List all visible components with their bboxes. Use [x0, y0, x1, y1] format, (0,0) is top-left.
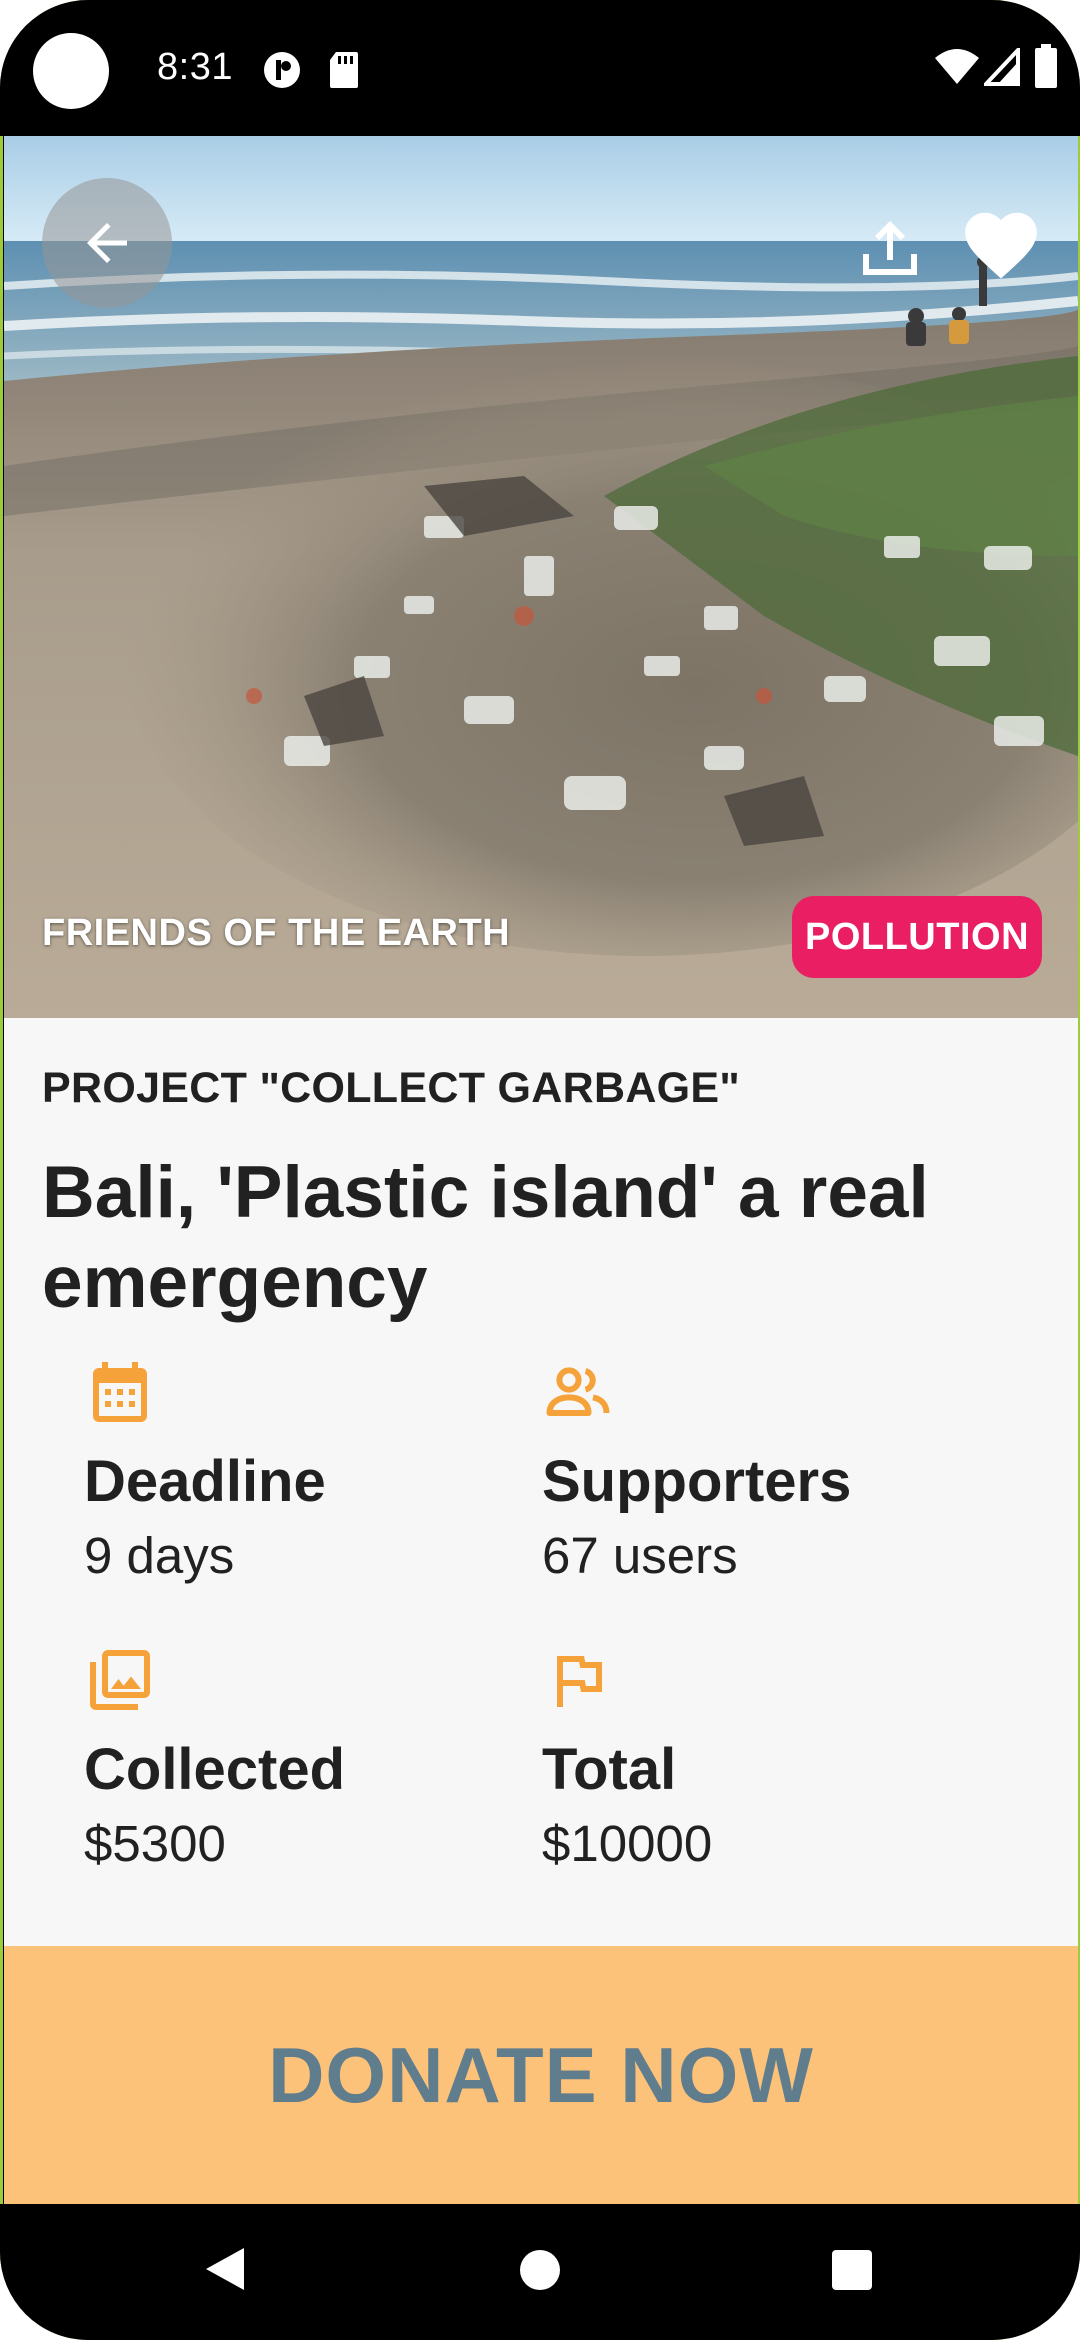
camera-cutout [33, 33, 109, 109]
back-triangle-icon[interactable] [200, 2244, 250, 2294]
back-button[interactable] [42, 178, 172, 308]
project-title: Bali, 'Plastic island' a real emergency [42, 1152, 929, 1323]
recents-square-icon[interactable] [830, 2248, 874, 2292]
sd-card-icon [330, 52, 358, 88]
arrow-back-icon [87, 223, 127, 263]
device-frame: 8:31 FRIENDS OF THE EARTH POLLUTION PROJ… [0, 0, 1080, 2340]
share-icon[interactable] [854, 212, 926, 284]
stat-title: Deadline [84, 1449, 326, 1514]
stat-title: Total [542, 1737, 677, 1802]
photo-library-icon [90, 1650, 150, 1710]
stat-title: Collected [84, 1737, 346, 1802]
stat-value: 9 days [84, 1527, 235, 1584]
battery-icon [1035, 44, 1057, 88]
donate-label: DONATE NOW [268, 2030, 814, 2119]
stat-value: $5300 [84, 1815, 226, 1872]
stat-value: $10000 [542, 1815, 713, 1872]
category-badge: POLLUTION [792, 896, 1042, 978]
navigation-bar [0, 2204, 1080, 2340]
status-time: 8:31 [157, 46, 233, 88]
donate-now-button[interactable]: DONATE NOW [4, 1946, 1078, 2204]
calendar-icon [93, 1362, 147, 1422]
notification-icon [264, 52, 300, 88]
home-circle-icon[interactable] [518, 2248, 562, 2292]
flag-icon [557, 1656, 602, 1707]
project-details: PROJECT "COLLECT GARBAGE" Bali, 'Plastic… [4, 1018, 1078, 1946]
signal-icon [984, 48, 1020, 86]
stat-title: Supporters [542, 1449, 852, 1514]
organization-label: FRIENDS OF THE EARTH [42, 912, 511, 954]
favorite-heart-icon[interactable] [958, 202, 1044, 288]
people-icon [546, 1367, 610, 1416]
wifi-icon [935, 49, 979, 84]
status-bar: 8:31 [0, 0, 1080, 136]
project-label: PROJECT "COLLECT GARBAGE" [42, 1064, 741, 1112]
stat-value: 67 users [542, 1527, 738, 1584]
hero-image: FRIENDS OF THE EARTH POLLUTION [4, 136, 1078, 1018]
